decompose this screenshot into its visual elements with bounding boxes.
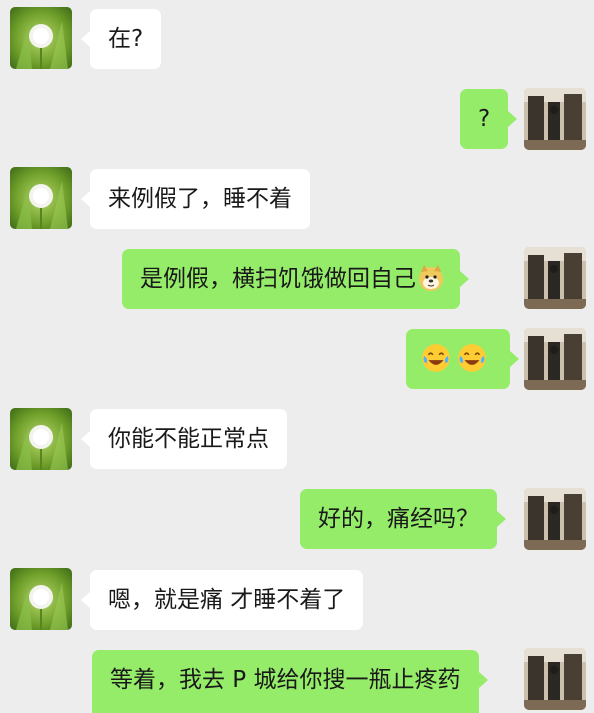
- outgoing-message-bubble[interactable]: ?: [460, 89, 518, 149]
- message-text: 是例假，横扫饥饿做回自己: [140, 266, 416, 292]
- message-text: 在?: [108, 26, 144, 52]
- outgoing-message-bubble[interactable]: 是例假，横扫饥饿做回自己: [122, 249, 469, 309]
- message-text: 嗯，就是痛 才睡不着了: [108, 587, 346, 613]
- message-text: 好的，痛经吗？: [318, 506, 479, 532]
- incoming-message-bubble[interactable]: 来例假了，睡不着: [81, 169, 310, 229]
- outgoing-emoji-bubble[interactable]: [406, 329, 519, 389]
- laugh-cry-emoji: [420, 342, 452, 374]
- self-avatar[interactable]: [524, 328, 586, 390]
- self-avatar[interactable]: [524, 488, 586, 550]
- message-text: 等着，我去 P 城给你搜一瓶止疼药: [110, 667, 461, 693]
- outgoing-message-bubble[interactable]: 好的，痛经吗？: [300, 489, 506, 549]
- contact-avatar[interactable]: [10, 167, 72, 229]
- incoming-message-bubble[interactable]: 嗯，就是痛 才睡不着了: [80, 570, 364, 630]
- contact-avatar[interactable]: [10, 568, 72, 630]
- doge-emoji: [416, 263, 446, 293]
- contact-avatar[interactable]: [10, 7, 72, 69]
- incoming-message-bubble[interactable]: 在?: [80, 9, 162, 69]
- self-avatar[interactable]: [524, 247, 586, 309]
- message-text: 你能不能正常点: [108, 426, 269, 452]
- outgoing-message-bubble[interactable]: 等着，我去 P 城给你搜一瓶止疼药: [92, 650, 487, 713]
- self-avatar[interactable]: [524, 88, 586, 150]
- incoming-message-bubble[interactable]: 你能不能正常点: [81, 409, 287, 469]
- message-text: 来例假了，睡不着: [108, 186, 292, 212]
- contact-avatar[interactable]: [10, 408, 72, 470]
- message-text: ?: [478, 106, 491, 132]
- self-avatar[interactable]: [524, 648, 586, 710]
- laugh-cry-emoji: [456, 342, 488, 374]
